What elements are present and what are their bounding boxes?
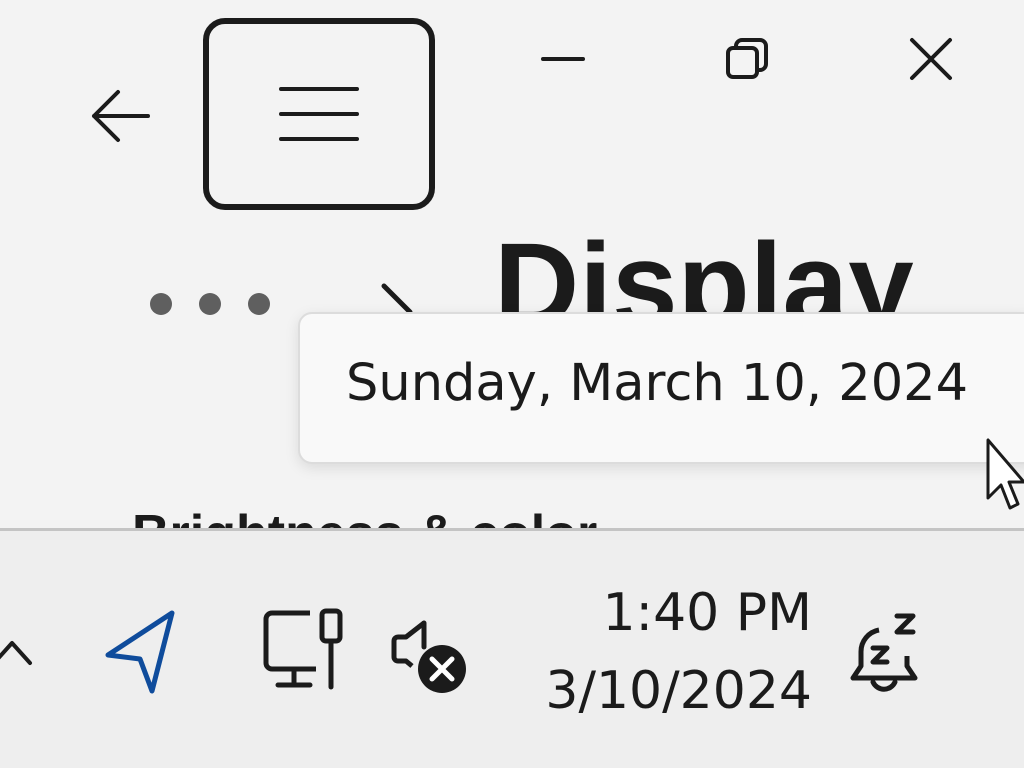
location-icon [105,610,175,694]
volume-muted-icon [391,620,466,693]
taskbar: 1:40 PM 3/10/2024 [0,528,1024,768]
mouse-cursor-icon [986,438,1024,510]
breadcrumb-overflow-button[interactable] [150,282,270,326]
minimize-icon [541,57,585,61]
close-icon [910,38,952,80]
back-button[interactable] [84,80,156,152]
date-tooltip: Sunday, March 10, 2024 [298,312,1024,464]
back-arrow-icon [92,90,150,142]
navigation-menu-button[interactable] [203,18,435,210]
section-heading: Brightness & color [132,508,597,528]
clock-date: 3/10/2024 [545,661,812,721]
tooltip-text: Sunday, March 10, 2024 [346,354,969,413]
clock-time: 1:40 PM [602,583,812,643]
restore-icon [726,38,768,79]
dot-icon [248,293,270,315]
network-button[interactable] [258,605,352,697]
location-button[interactable] [98,605,182,697]
hamburger-menu-icon [279,87,359,141]
dot-icon [199,293,221,315]
close-button[interactable] [896,24,966,94]
chevron-up-icon [0,641,32,665]
clock-button[interactable]: 1:40 PM 3/10/2024 [520,575,812,725]
restore-button[interactable] [712,24,782,94]
dot-icon [150,293,172,315]
notifications-button[interactable] [848,609,930,699]
minimize-button[interactable] [528,24,598,94]
volume-button[interactable] [388,615,472,699]
ethernet-network-icon [263,608,343,690]
notifications-snooze-icon [850,613,918,692]
show-hidden-icons-button[interactable] [0,619,40,679]
